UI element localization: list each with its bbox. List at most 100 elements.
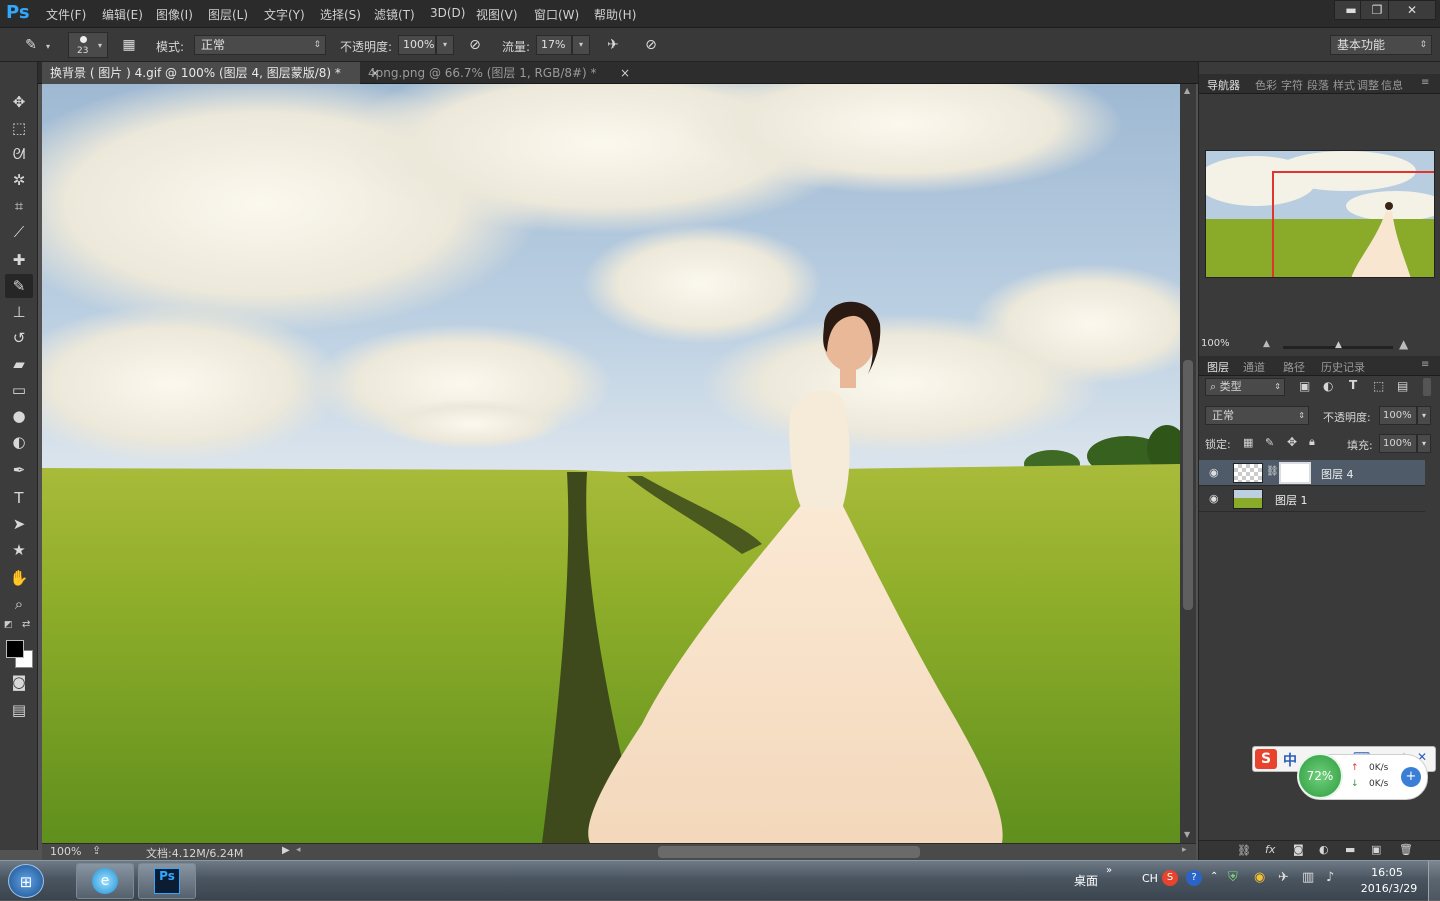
type-tool-icon[interactable]: T bbox=[5, 486, 33, 510]
menu-file[interactable]: 文件(F) bbox=[46, 6, 86, 23]
pressure-size-icon[interactable]: ⊘ bbox=[640, 35, 662, 55]
menu-type[interactable]: 文字(Y) bbox=[264, 6, 305, 23]
link-layers-icon[interactable]: ⛓ bbox=[1237, 844, 1251, 857]
tab-history[interactable]: 历史记录 bbox=[1321, 359, 1365, 375]
sogou-icon[interactable]: S bbox=[1255, 749, 1277, 769]
filter-shape-icon[interactable]: ⬚ bbox=[1373, 379, 1384, 393]
default-colors-icon[interactable]: ◩ bbox=[4, 620, 13, 630]
memory-percent[interactable]: 72% bbox=[1297, 753, 1343, 799]
vertical-scroll-thumb[interactable] bbox=[1183, 360, 1193, 610]
scroll-right-icon[interactable]: ▸ bbox=[1182, 845, 1187, 855]
lock-pixels-icon[interactable]: ✎ bbox=[1265, 436, 1274, 449]
tray-app-icon[interactable]: ◉ bbox=[1254, 870, 1265, 885]
panel-menu-icon[interactable]: ≡ bbox=[1421, 359, 1429, 370]
tab-navigator[interactable]: 导航器 bbox=[1207, 77, 1240, 93]
visibility-eye-icon[interactable]: ◉ bbox=[1209, 466, 1219, 479]
trash-icon[interactable]: 🗑︎ bbox=[1399, 843, 1413, 856]
menu-filter[interactable]: 滤镜(T) bbox=[374, 6, 415, 23]
tab-paragraph[interactable]: 段落 bbox=[1307, 77, 1329, 93]
menu-select[interactable]: 选择(S) bbox=[320, 6, 361, 23]
clone-stamp-tool-icon[interactable]: ⊥ bbox=[5, 300, 33, 324]
brush-tool-icon[interactable]: ✎ bbox=[5, 274, 33, 298]
hand-tool-icon[interactable]: ✋ bbox=[5, 566, 33, 590]
volume-icon[interactable]: ♪ bbox=[1326, 870, 1334, 885]
tab-styles[interactable]: 样式 bbox=[1333, 77, 1355, 93]
history-brush-tool-icon[interactable]: ↺ bbox=[5, 326, 33, 350]
network-icon[interactable]: ▥ bbox=[1302, 870, 1314, 885]
show-desktop-button[interactable] bbox=[1428, 861, 1440, 901]
tray-app2-icon[interactable]: ✈ bbox=[1278, 870, 1289, 885]
fx-icon[interactable]: fx bbox=[1265, 843, 1275, 856]
flow-input[interactable]: 17% bbox=[536, 35, 572, 55]
network-speed-widget[interactable]: 72% ↑ 0K/s ↓ 0K/s + bbox=[1297, 753, 1428, 800]
panel-menu-icon[interactable]: ≡ bbox=[1421, 77, 1429, 88]
fill-dropdown[interactable]: ▾ bbox=[1417, 434, 1431, 453]
airbrush-icon[interactable]: ✈ bbox=[602, 35, 624, 55]
menu-image[interactable]: 图像(I) bbox=[156, 6, 193, 23]
scroll-down-icon[interactable]: ▼ bbox=[1184, 830, 1190, 839]
status-menu-arrow-icon[interactable]: ▶ bbox=[282, 845, 290, 856]
clock-date[interactable]: 2016/3/29 bbox=[1358, 882, 1420, 895]
lasso-tool-icon[interactable]: ᘛ bbox=[5, 142, 33, 166]
sogou-tray-icon[interactable]: S bbox=[1162, 870, 1178, 886]
menu-view[interactable]: 视图(V) bbox=[476, 6, 518, 23]
dodge-tool-icon[interactable]: ◐ bbox=[5, 430, 33, 454]
tab-info[interactable]: 信息 bbox=[1381, 77, 1403, 93]
chevron-down-icon[interactable]: ▾ bbox=[46, 42, 50, 51]
mode-select[interactable]: 正常 ⇕ bbox=[194, 35, 326, 55]
desktop-toolbar-label[interactable]: 桌面 bbox=[1074, 872, 1098, 889]
start-button[interactable]: ⊞ bbox=[8, 864, 44, 898]
security-shield-icon[interactable]: ⛨ bbox=[1228, 870, 1238, 885]
eraser-tool-icon[interactable]: ▰ bbox=[5, 352, 33, 376]
filter-pixel-icon[interactable]: ▣ bbox=[1299, 379, 1310, 393]
adjustment-layer-icon[interactable]: ◐ bbox=[1319, 843, 1329, 856]
opacity-input[interactable]: 100% bbox=[398, 35, 436, 55]
opacity-dropdown[interactable]: ▾ bbox=[436, 35, 454, 55]
horizontal-scroll-thumb[interactable] bbox=[658, 846, 920, 858]
filter-adjustment-icon[interactable]: ◐ bbox=[1323, 379, 1333, 393]
menu-layer[interactable]: 图层(L) bbox=[208, 6, 248, 23]
zoom-in-icon[interactable]: ▲ bbox=[1399, 337, 1408, 351]
ime-language[interactable]: 中 bbox=[1283, 750, 1297, 770]
close-button[interactable]: ✕ bbox=[1388, 0, 1436, 20]
tab-character[interactable]: 字符 bbox=[1281, 77, 1303, 93]
layer-row[interactable]: ◉ 图层 1 bbox=[1199, 486, 1425, 512]
crop-tool-icon[interactable]: ⌗ bbox=[5, 194, 33, 218]
tab-paths[interactable]: 路径 bbox=[1283, 359, 1305, 375]
marquee-tool-icon[interactable]: ⬚ bbox=[5, 116, 33, 140]
input-language[interactable]: CH bbox=[1142, 872, 1158, 885]
brush-panel-toggle-icon[interactable]: ▦ bbox=[118, 35, 140, 55]
mask-link-icon[interactable]: ⛓ bbox=[1266, 466, 1279, 477]
blur-tool-icon[interactable]: ● bbox=[5, 404, 33, 428]
brush-preset-picker[interactable]: 23 ▾ bbox=[68, 32, 108, 58]
shape-tool-icon[interactable]: ★ bbox=[5, 538, 33, 562]
layer-mask-thumbnail[interactable] bbox=[1279, 462, 1311, 484]
swap-colors-icon[interactable]: ⇄ bbox=[22, 619, 30, 630]
zoom-tool-icon[interactable]: ⌕ bbox=[5, 592, 33, 616]
quick-selection-tool-icon[interactable]: ✲ bbox=[5, 168, 33, 192]
tray-expand-icon[interactable]: ⌃ bbox=[1210, 871, 1218, 882]
tab-active-document[interactable]: 换背景 ( 图片 ) 4.gif @ 100% (图层 4, 图层蒙版/8) *… bbox=[42, 62, 380, 84]
workspace-select[interactable]: 基本功能 ⇕ bbox=[1330, 35, 1432, 55]
filter-smart-object-icon[interactable]: ▤ bbox=[1397, 379, 1408, 393]
menu-3d[interactable]: 3D(D) bbox=[430, 6, 465, 20]
export-icon[interactable]: ⇪ bbox=[92, 844, 101, 857]
zoom-slider-thumb-icon[interactable]: ▲ bbox=[1335, 340, 1342, 350]
layer-opacity-input[interactable]: 100% bbox=[1379, 406, 1417, 425]
add-mask-icon[interactable]: ◙ bbox=[1293, 843, 1304, 856]
visibility-eye-icon[interactable]: ◉ bbox=[1209, 492, 1219, 505]
fill-input[interactable]: 100% bbox=[1379, 434, 1417, 453]
toolbar-expand-icon[interactable]: » bbox=[1106, 865, 1112, 876]
flow-dropdown[interactable]: ▾ bbox=[572, 35, 590, 55]
lock-all-icon[interactable]: 🔒︎ bbox=[1309, 435, 1315, 449]
new-group-icon[interactable]: ▬ bbox=[1345, 843, 1355, 856]
filter-type-icon[interactable]: T bbox=[1349, 378, 1357, 392]
tab-second-document[interactable]: 4png.png @ 66.7% (图层 1, RGB/8#) * × bbox=[360, 62, 630, 84]
path-selection-tool-icon[interactable]: ➤ bbox=[5, 512, 33, 536]
menu-edit[interactable]: 编辑(E) bbox=[102, 6, 143, 23]
gradient-tool-icon[interactable]: ▭ bbox=[5, 378, 33, 402]
tab-layers[interactable]: 图层 bbox=[1207, 359, 1229, 375]
scroll-up-icon[interactable]: ▲ bbox=[1184, 86, 1190, 95]
lock-position-icon[interactable]: ✥ bbox=[1287, 435, 1297, 449]
menu-window[interactable]: 窗口(W) bbox=[534, 6, 579, 23]
